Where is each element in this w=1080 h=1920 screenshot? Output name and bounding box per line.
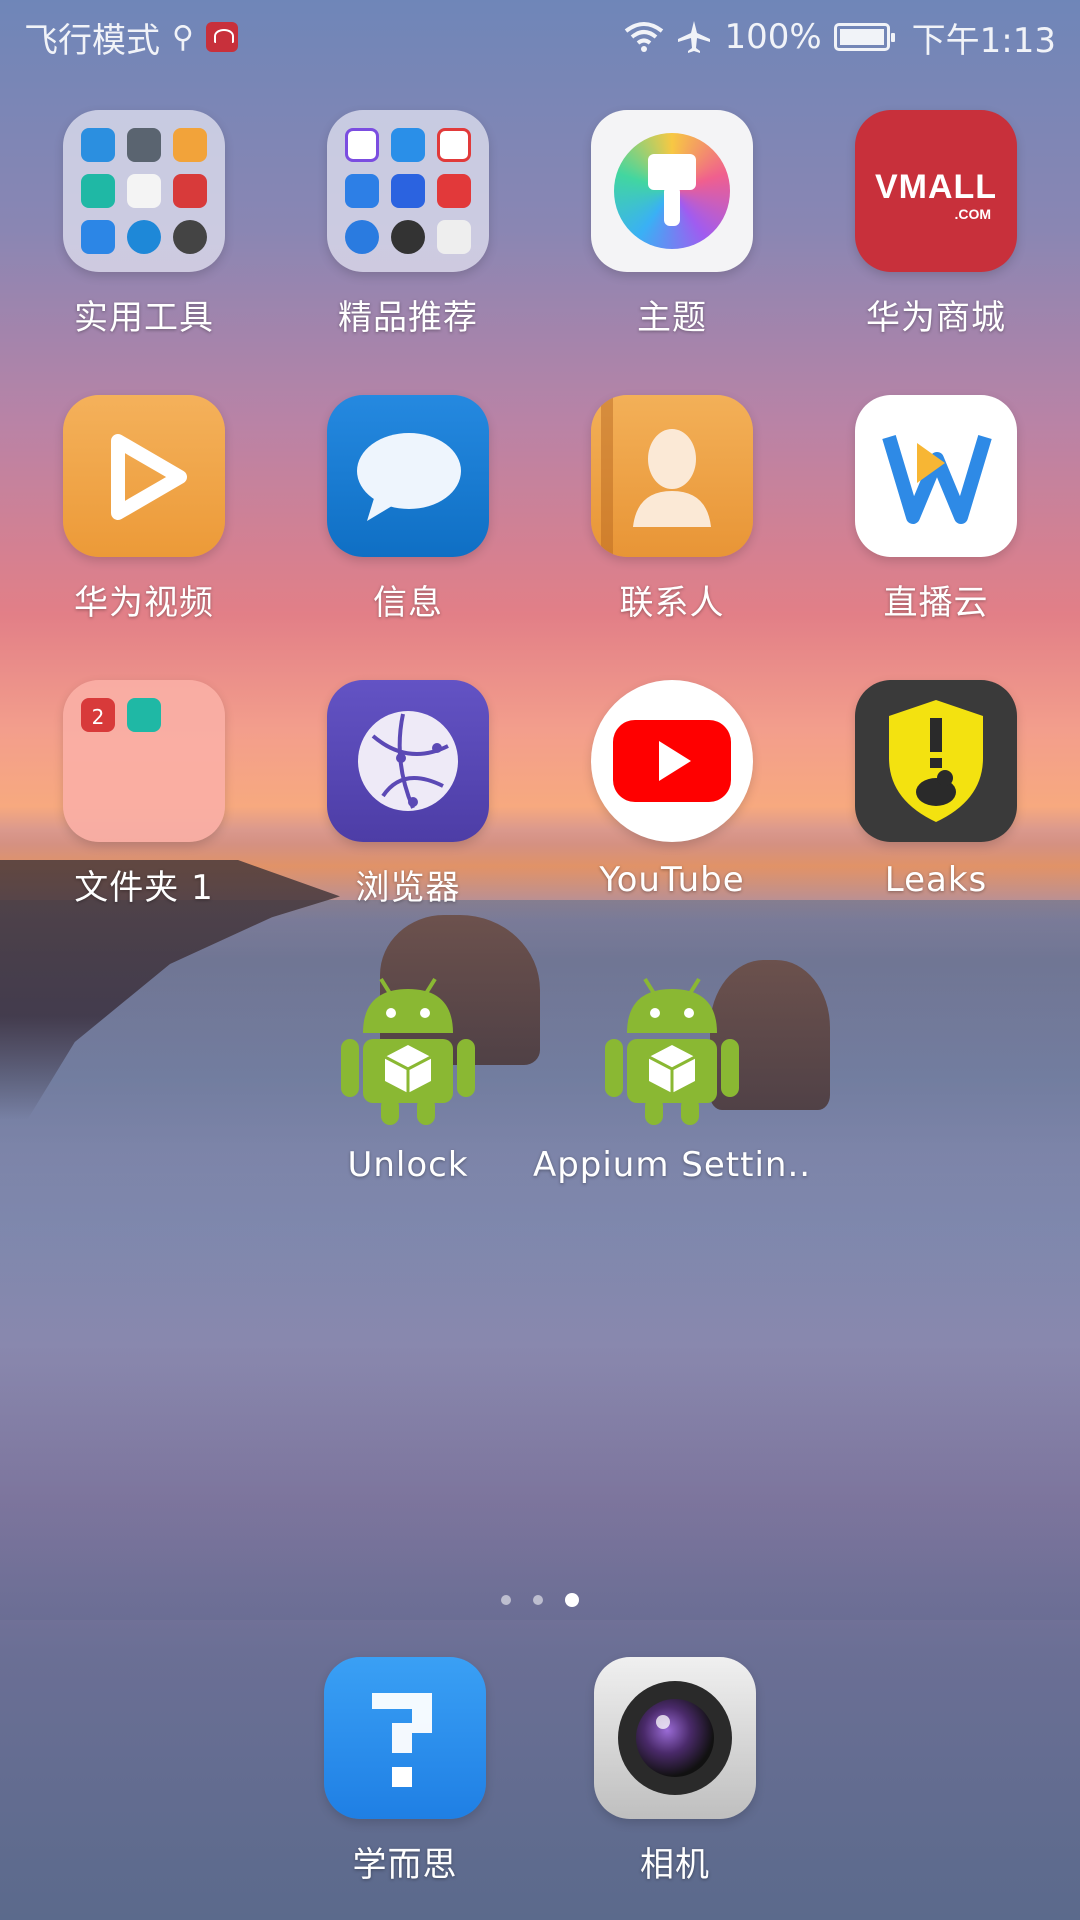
app-label: 精品推荐 (338, 298, 478, 338)
clock: 下午1:13 (911, 20, 1056, 61)
app-leaks[interactable]: Leaks (804, 680, 1068, 920)
app-label: 相机 (640, 1845, 710, 1885)
app-label: Appium Settin.. (532, 1145, 812, 1185)
page-dot[interactable] (533, 1595, 543, 1605)
app-themes[interactable]: 主题 (540, 110, 804, 350)
app-label: 直播云 (883, 583, 989, 623)
app-label: YouTube (599, 860, 745, 900)
folder-recommended-icon (327, 110, 489, 272)
xueersi-icon (324, 1657, 486, 1819)
status-bar: 飞行模式 ⚲ 100% 下午1:13 (0, 0, 1080, 74)
app-vmall[interactable]: VMALL .COM 华为商城 (804, 110, 1068, 350)
app-label: 学而思 (352, 1845, 458, 1885)
messages-icon (327, 395, 489, 557)
android-icon (327, 965, 489, 1127)
app-browser[interactable]: 浏览器 (276, 680, 540, 920)
airplane-mode-text: 飞行模式 (24, 20, 160, 61)
page-dot-active[interactable] (565, 1593, 579, 1607)
app-messages[interactable]: 信息 (276, 395, 540, 635)
app-unlock[interactable]: Unlock (276, 965, 540, 1205)
huawei-notification-icon (205, 22, 238, 52)
app-youtube[interactable]: YouTube (540, 680, 804, 920)
page-dot[interactable] (501, 1595, 511, 1605)
calendar-icon: 2 (81, 698, 115, 732)
app-label: 主题 (637, 298, 707, 338)
folder-tools-icon (63, 110, 225, 272)
calendar-day: 2 (91, 705, 105, 729)
vmall-logo-text: VMALL (874, 168, 998, 206)
contacts-icon (591, 395, 753, 557)
browser-icon (327, 680, 489, 842)
dock-app-camera[interactable]: 相机 (543, 1657, 807, 1897)
huawei-video-icon (63, 395, 225, 557)
app-utilities-folder[interactable]: 实用工具 (12, 110, 276, 350)
themes-icon (591, 110, 753, 272)
app-label: Unlock (347, 1145, 469, 1185)
app-label: 华为视频 (74, 583, 214, 623)
wifi-icon (625, 22, 664, 52)
page-indicator[interactable] (0, 1593, 1080, 1607)
app-folder-1[interactable]: 2 文件夹 1 (12, 680, 276, 920)
app-label: 华为商城 (866, 298, 1006, 338)
leaks-icon (855, 680, 1017, 842)
app-contacts[interactable]: 联系人 (540, 395, 804, 635)
android-icon (591, 965, 753, 1127)
usb-icon: ⚲ (172, 19, 194, 55)
app-label: 实用工具 (74, 298, 214, 338)
vmall-logo-subtext: .COM (954, 206, 991, 222)
app-huawei-video[interactable]: 华为视频 (12, 395, 276, 635)
folder-icon: 2 (63, 680, 225, 842)
live-cloud-icon (855, 395, 1017, 557)
dock-app-xueersi[interactable]: 学而思 (273, 1657, 537, 1897)
app-label: 联系人 (619, 583, 725, 623)
app-label: Leaks (884, 860, 988, 900)
app-appium-settings[interactable]: Appium Settin.. (533, 965, 810, 1205)
app-recommended-folder[interactable]: 精品推荐 (276, 110, 540, 350)
vmall-icon: VMALL .COM (855, 110, 1017, 272)
app-label: 文件夹 1 (74, 868, 214, 908)
camera-icon (594, 1657, 756, 1819)
app-live-cloud[interactable]: 直播云 (804, 395, 1068, 635)
youtube-icon (591, 680, 753, 842)
airplane-icon (678, 21, 711, 53)
battery-icon (833, 23, 895, 51)
battery-percent: 100% (724, 17, 822, 57)
app-label: 浏览器 (355, 868, 461, 908)
app-label: 信息 (373, 583, 443, 623)
phone-icon (127, 698, 161, 732)
